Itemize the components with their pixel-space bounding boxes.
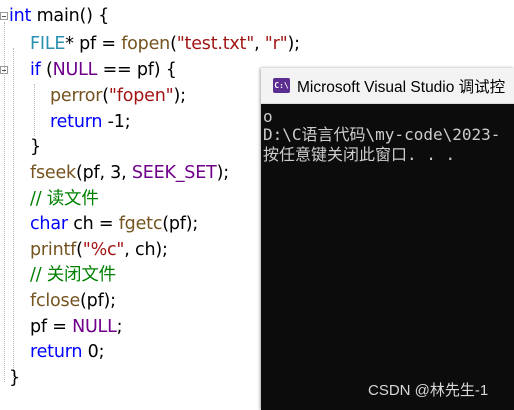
code-line-14[interactable]: return 0; [30, 340, 105, 365]
console-title-bar[interactable]: C:\ Microsoft Visual Studio 调试控 [261, 68, 514, 104]
keyword-token: int [9, 6, 32, 26]
indent-guide-level1 [13, 48, 14, 378]
code-text: 0; [82, 342, 105, 362]
code-text: ( [102, 86, 109, 106]
code-text: ( [170, 34, 177, 54]
string-token: "test.txt" [176, 34, 255, 54]
code-line-13[interactable]: pf = NULL; [30, 315, 123, 340]
indent-guide-outer [4, 22, 5, 382]
code-text: main() { [31, 6, 110, 26]
function-token: fclose [30, 291, 81, 311]
code-text: (pf); [162, 214, 199, 234]
code-text: ; [116, 317, 123, 337]
keyword-token: return [50, 112, 103, 132]
code-text: * pf = [65, 34, 122, 54]
code-line-11[interactable]: // 关闭文件 [30, 263, 116, 288]
function-token: fgetc [118, 214, 163, 234]
code-text: ); [216, 163, 230, 183]
console-title: Microsoft Visual Studio 调试控 [297, 79, 506, 96]
code-text: ); [173, 86, 186, 106]
string-token: "%c" [82, 240, 125, 260]
code-text: (pf); [80, 291, 116, 311]
code-line-15[interactable]: } [9, 366, 20, 391]
string-token: "r" [264, 34, 288, 54]
type-token: FILE [30, 34, 66, 54]
comment-token: // 读文件 [30, 189, 99, 209]
code-text: (pf, 3, [75, 163, 132, 183]
code-line-9[interactable]: char ch = fgetc(pf); [30, 212, 198, 237]
code-text: , ch); [124, 240, 168, 260]
function-token: fseek [30, 163, 76, 183]
code-line-3[interactable]: if (NULL == pf) { [30, 58, 177, 83]
code-text: , [254, 34, 265, 54]
code-line-10[interactable]: printf("%c", ch); [30, 238, 168, 263]
visual-studio-icon: C:\ [273, 78, 290, 93]
indent-guide-level2 [34, 84, 35, 136]
console-output-line: 按任意键关闭此窗口. . . [263, 145, 456, 164]
code-text: ( [76, 240, 83, 260]
code-text: -1; [102, 112, 131, 132]
debug-console-window[interactable]: C:\ Microsoft Visual Studio 调试控 o D:\C语言… [261, 68, 514, 410]
code-text: pf = [30, 317, 73, 337]
code-text: ( [40, 60, 53, 80]
code-line-5[interactable]: return -1; [50, 110, 131, 135]
code-line-7[interactable]: fseek(pf, 3, SEEK_SET); [30, 161, 229, 186]
macro-token: NULL [52, 60, 98, 80]
code-line-8[interactable]: // 读文件 [30, 187, 99, 212]
string-token: "fopen" [108, 86, 174, 106]
code-text: == pf) { [97, 60, 177, 80]
macro-token: NULL [72, 317, 117, 337]
code-text: } [30, 137, 41, 157]
code-line-1[interactable]: int main() { [9, 4, 109, 29]
keyword-token: if [30, 60, 41, 80]
keyword-token: return [30, 342, 83, 362]
console-output-line: D:\C语言代码\my-code\2023- [263, 125, 501, 144]
code-line-4[interactable]: perror("fopen"); [50, 84, 186, 109]
code-line-2[interactable]: FILE* pf = fopen("test.txt", "r"); [30, 32, 300, 57]
code-line-12[interactable]: fclose(pf); [30, 289, 116, 314]
function-token: perror [50, 86, 103, 106]
keyword-token: char [30, 214, 68, 234]
function-token: fopen [121, 34, 171, 54]
macro-token: SEEK_SET [131, 163, 217, 183]
function-token: printf [30, 240, 77, 260]
comment-token: // 关闭文件 [30, 265, 116, 285]
code-text: } [9, 368, 20, 388]
code-text: ch = [67, 214, 119, 234]
code-text: ); [287, 34, 301, 54]
csdn-watermark: CSDN @林先生-1 [368, 382, 489, 399]
collapse-main-icon[interactable] [0, 12, 8, 20]
code-line-6[interactable]: } [30, 135, 41, 160]
